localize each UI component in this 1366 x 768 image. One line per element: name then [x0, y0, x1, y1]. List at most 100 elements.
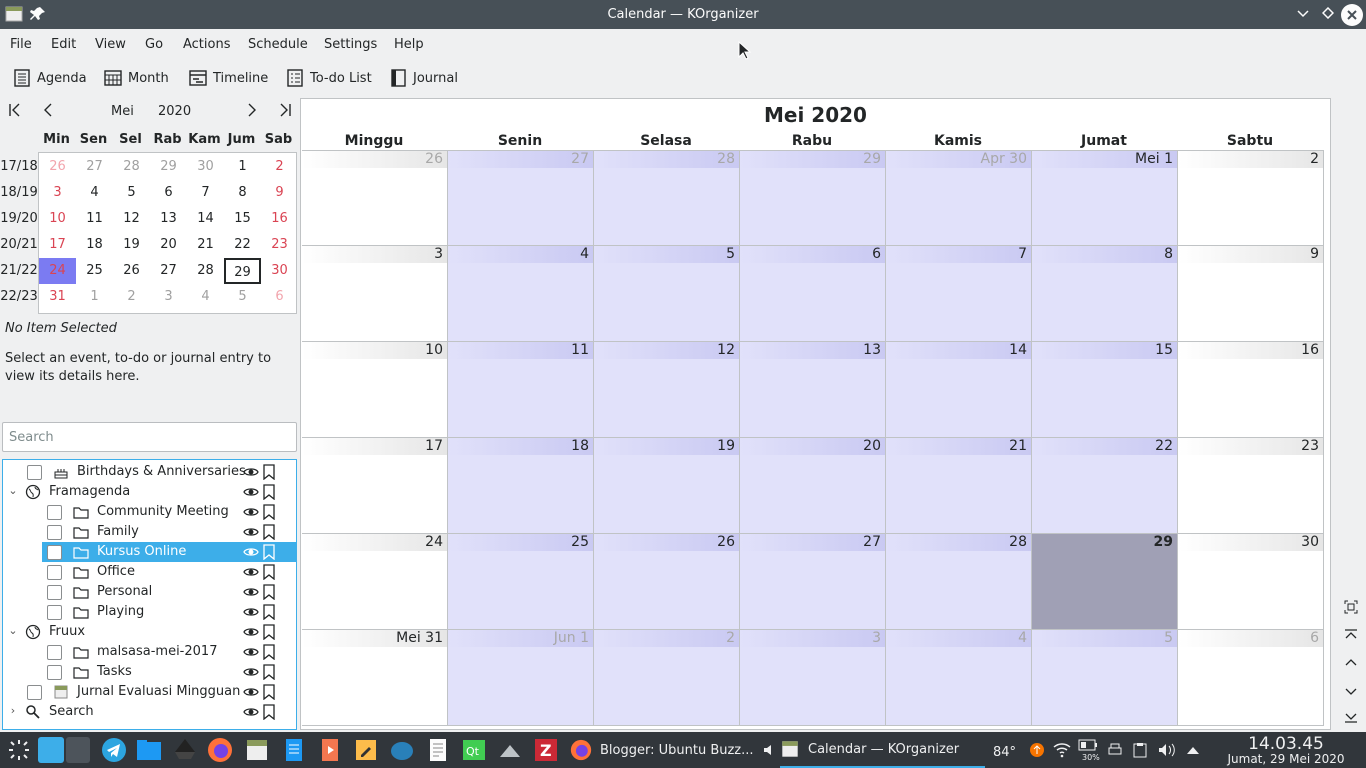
day-number[interactable]: 30	[1178, 534, 1323, 551]
application-launcher-icon[interactable]	[6, 737, 32, 763]
day-number[interactable]: Jun 1	[448, 630, 593, 647]
inkscape-icon[interactable]	[172, 737, 198, 763]
day-cell[interactable]: 29	[740, 150, 886, 246]
day-number[interactable]: 7	[886, 246, 1031, 263]
bookmark-icon[interactable]	[262, 504, 276, 520]
mini-day[interactable]: 8	[224, 180, 261, 206]
day-number[interactable]: 4	[886, 630, 1031, 647]
day-number[interactable]: 27	[448, 151, 593, 168]
day-cell[interactable]: 7	[886, 246, 1032, 342]
eye-icon[interactable]	[243, 624, 259, 640]
mini-day[interactable]: 1	[224, 154, 261, 180]
todo-list-button[interactable]: To-do List	[286, 68, 372, 88]
day-number[interactable]: 26	[594, 534, 739, 551]
mini-day[interactable]: 30	[261, 258, 298, 284]
day-number[interactable]: 25	[448, 534, 593, 551]
day-cell[interactable]: 3	[740, 630, 886, 726]
day-number[interactable]: 5	[594, 246, 739, 263]
eye-icon[interactable]	[243, 604, 259, 620]
day-cell[interactable]: 2	[594, 630, 740, 726]
minimize-button[interactable]	[1292, 4, 1314, 26]
mini-day[interactable]: 15	[224, 206, 261, 232]
mini-day[interactable]: 18	[76, 232, 113, 258]
day-number[interactable]: Mei 31	[302, 630, 447, 647]
calendar-list-item[interactable]: Kursus Online	[42, 542, 296, 562]
calendar-list-item[interactable]: Playing	[3, 602, 296, 622]
bookmark-icon[interactable]	[262, 644, 276, 660]
day-number[interactable]: 2	[1178, 151, 1323, 168]
update-notifier-icon[interactable]	[1029, 742, 1045, 758]
task-firefox[interactable]: Blogger: Ubuntu Buzz...	[570, 732, 778, 768]
day-number[interactable]: 10	[302, 342, 447, 359]
day-number[interactable]: 16	[1178, 342, 1323, 359]
day-cell[interactable]: 19	[594, 438, 740, 534]
document-viewer-icon[interactable]	[281, 737, 307, 763]
mini-week-number[interactable]: 19/20	[0, 206, 38, 232]
calendar-visibility-checkbox[interactable]	[47, 505, 62, 520]
mini-day[interactable]: 4	[187, 284, 224, 310]
desktop-pager-1[interactable]	[38, 737, 64, 763]
calendar-list-item[interactable]: malsasa-mei-2017	[3, 642, 296, 662]
mini-day[interactable]: 22	[224, 232, 261, 258]
day-number[interactable]: 6	[1178, 630, 1323, 647]
day-number[interactable]: 17	[302, 438, 447, 455]
scroll-bottom-button[interactable]	[1342, 710, 1360, 728]
day-cell[interactable]: 6	[740, 246, 886, 342]
battery-indicator[interactable]: 30%	[1078, 738, 1102, 764]
day-cell[interactable]: 5	[594, 246, 740, 342]
task-korganizer[interactable]: Calendar — KOrganizer	[780, 732, 985, 768]
day-cell[interactable]: 14	[886, 342, 1032, 438]
fit-view-button[interactable]	[1342, 600, 1360, 618]
calendar-list-item[interactable]: Tasks	[3, 662, 296, 682]
day-cell[interactable]: 9	[1178, 246, 1324, 342]
clipboard-icon[interactable]	[1133, 742, 1147, 758]
menu-help[interactable]: Help	[394, 37, 424, 52]
menu-schedule[interactable]: Schedule	[248, 37, 308, 52]
telegram-icon[interactable]	[101, 737, 127, 763]
day-number[interactable]: 21	[886, 438, 1031, 455]
mini-year-label[interactable]: 2020	[158, 104, 191, 119]
journal-button[interactable]: Journal	[389, 68, 458, 88]
bookmark-icon[interactable]	[262, 624, 276, 640]
mini-day[interactable]: 17	[39, 232, 76, 258]
next-year-button[interactable]	[278, 103, 292, 121]
day-number[interactable]: 5	[1032, 630, 1177, 647]
note-editor-icon[interactable]	[353, 737, 379, 763]
calendar-visibility-checkbox[interactable]	[47, 585, 62, 600]
menu-actions[interactable]: Actions	[183, 37, 231, 52]
mini-day[interactable]: 23	[261, 232, 298, 258]
mini-month-label[interactable]: Mei	[111, 104, 134, 119]
calendar-list-item[interactable]: Office	[3, 562, 296, 582]
mini-day[interactable]: 1	[76, 284, 113, 310]
mini-day[interactable]: 29	[150, 154, 187, 180]
close-button[interactable]	[1341, 4, 1363, 26]
day-cell[interactable]: Jun 1	[448, 630, 594, 726]
eye-icon[interactable]	[243, 464, 259, 480]
day-cell[interactable]: 26	[594, 534, 740, 630]
mini-day[interactable]: 9	[261, 180, 298, 206]
mini-day[interactable]: 2	[113, 284, 150, 310]
day-cell[interactable]: 28	[886, 534, 1032, 630]
day-number[interactable]: 4	[448, 246, 593, 263]
calendar-list-item[interactable]: Community Meeting	[3, 502, 296, 522]
day-number[interactable]: 28	[886, 534, 1031, 551]
calendar-list-item[interactable]: Jurnal Evaluasi Mingguan	[3, 682, 296, 702]
mini-day[interactable]: 26	[39, 154, 76, 180]
clock-date[interactable]: Jumat, 29 Mei 2020	[1206, 752, 1366, 766]
mini-day[interactable]: 6	[261, 284, 298, 310]
mini-week-number[interactable]: 18/19	[0, 180, 38, 206]
day-number[interactable]: 9	[1178, 246, 1323, 263]
mini-week-number[interactable]: 22/23	[0, 284, 38, 310]
eye-icon[interactable]	[243, 564, 259, 580]
calendar-list-item[interactable]: ⌄ Framagenda	[3, 482, 296, 502]
day-cell[interactable]: 6	[1178, 630, 1324, 726]
mini-day[interactable]: 31	[39, 284, 76, 310]
qt-creator-icon[interactable]: Qt	[461, 737, 487, 763]
collapse-arrow-icon[interactable]: ⌄	[6, 484, 20, 500]
menu-edit[interactable]: Edit	[51, 37, 76, 52]
mini-day[interactable]: 28	[187, 258, 224, 284]
mini-day[interactable]: 11	[76, 206, 113, 232]
menu-settings[interactable]: Settings	[324, 37, 377, 52]
mini-day[interactable]: 4	[76, 180, 113, 206]
mini-day[interactable]: 29	[224, 258, 261, 284]
